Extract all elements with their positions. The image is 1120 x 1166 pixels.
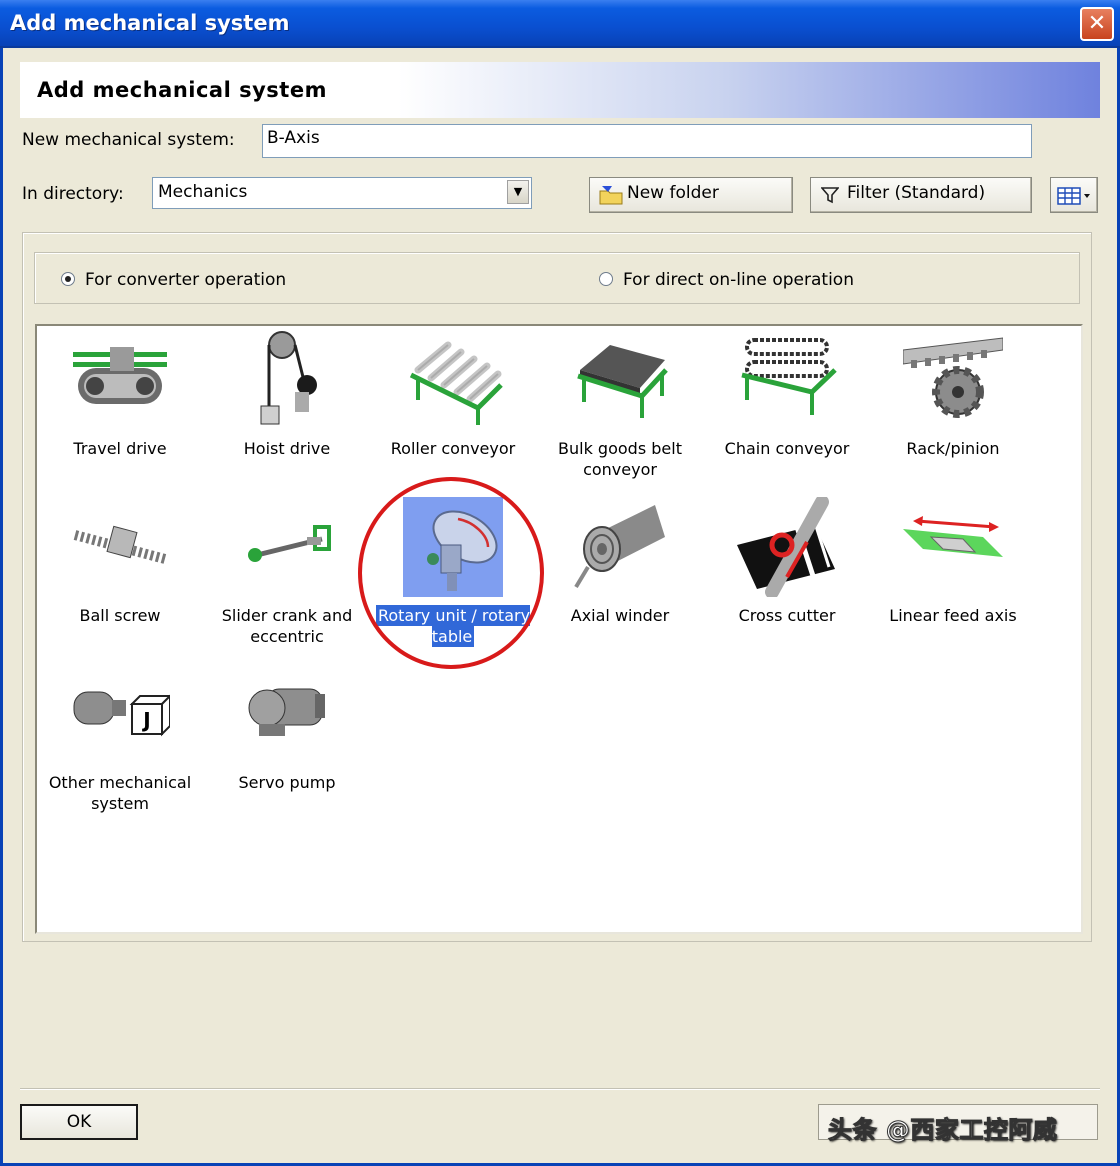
item-label: Axial winder	[570, 606, 670, 625]
close-button[interactable]: ✕	[1080, 7, 1114, 41]
list-item-roller-conveyor[interactable]: Roller conveyor	[373, 330, 533, 480]
ok-button[interactable]: OK	[20, 1104, 138, 1140]
directory-label: In directory:	[22, 184, 124, 204]
travel-drive-icon	[70, 330, 170, 430]
item-label: Servo pump	[238, 773, 336, 792]
directory-value: Mechanics	[158, 182, 248, 202]
list-item-rack-pinion[interactable]: Rack/pinion	[873, 330, 1033, 480]
watermark: 头条 @西家工控阿威	[827, 1116, 1058, 1145]
filter-label: Filter (Standard)	[847, 183, 986, 203]
item-label: Other mechanical system	[48, 773, 192, 813]
ball-screw-icon	[70, 497, 170, 597]
item-label: Ball screw	[79, 606, 161, 625]
list-item-bulk-goods-belt-conveyor[interactable]: Bulk goods belt conveyor	[540, 330, 700, 480]
list-item-linear-feed-axis[interactable]: Linear feed axis	[873, 497, 1033, 647]
list-item-chain-conveyor[interactable]: Chain conveyor	[707, 330, 867, 480]
item-label: Roller conveyor	[390, 439, 516, 458]
name-input[interactable]: B-Axis	[262, 124, 1032, 158]
linear-feed-icon	[903, 497, 1003, 597]
directory-select[interactable]: Mechanics ▼	[152, 177, 532, 209]
filter-button[interactable]: Filter (Standard)	[810, 177, 1032, 213]
view-mode-button[interactable]	[1050, 177, 1098, 213]
list-item-slider-crank[interactable]: Slider crank and eccentric	[207, 497, 367, 647]
title-bar: Add mechanical system ✕	[0, 0, 1120, 48]
window-title: Add mechanical system	[10, 11, 290, 35]
list-item-ball-screw[interactable]: Ball screw	[40, 497, 200, 647]
cross-cutter-icon	[737, 495, 837, 599]
hoist-drive-icon	[237, 330, 337, 430]
chain-conveyor-icon	[737, 330, 837, 430]
online-label[interactable]: For direct on-line operation	[623, 270, 854, 290]
item-label: Chain conveyor	[724, 439, 850, 458]
rack-pinion-icon	[902, 330, 1004, 430]
other-mechanical-icon: J	[70, 664, 173, 764]
converter-label[interactable]: For converter operation	[85, 270, 286, 290]
funnel-icon	[820, 186, 840, 209]
online-radio[interactable]	[599, 272, 613, 286]
list-item-axial-winder[interactable]: Axial winder	[540, 497, 700, 647]
svg-text:J: J	[141, 708, 150, 732]
converter-radio[interactable]	[61, 272, 75, 286]
list-item-other-mechanical-system[interactable]: J Other mechanical system	[40, 664, 200, 814]
grid-view-icon	[1057, 186, 1093, 211]
chevron-down-icon[interactable]: ▼	[507, 180, 529, 204]
close-icon: ✕	[1087, 11, 1107, 36]
list-item-hoist-drive[interactable]: Hoist drive	[207, 330, 367, 480]
item-label: Bulk goods belt conveyor	[558, 439, 682, 479]
servo-pump-icon	[237, 664, 337, 764]
footer-separator	[20, 1088, 1100, 1090]
header-banner: Add mechanical system	[20, 62, 1100, 118]
item-label: Hoist drive	[243, 439, 331, 458]
item-label: Cross cutter	[738, 606, 836, 625]
new-folder-label: New folder	[627, 183, 719, 203]
item-label: Travel drive	[73, 439, 167, 458]
list-item-servo-pump[interactable]: Servo pump	[207, 664, 367, 814]
axial-winder-icon	[570, 497, 670, 597]
new-folder-button[interactable]: New folder	[589, 177, 793, 213]
list-item-travel-drive[interactable]: Travel drive	[40, 330, 200, 480]
item-label: Slider crank and eccentric	[221, 606, 353, 646]
item-label: Linear feed axis	[889, 606, 1017, 625]
slider-crank-icon	[237, 497, 337, 597]
belt-conveyor-icon	[570, 330, 670, 430]
page-title: Add mechanical system	[37, 78, 327, 102]
list-item-cross-cutter[interactable]: Cross cutter	[707, 495, 867, 647]
name-label: New mechanical system:	[22, 130, 235, 150]
highlight-circle	[358, 477, 544, 669]
roller-conveyor-icon	[403, 330, 503, 430]
item-label: Rack/pinion	[906, 439, 1000, 458]
new-folder-icon	[598, 184, 624, 211]
